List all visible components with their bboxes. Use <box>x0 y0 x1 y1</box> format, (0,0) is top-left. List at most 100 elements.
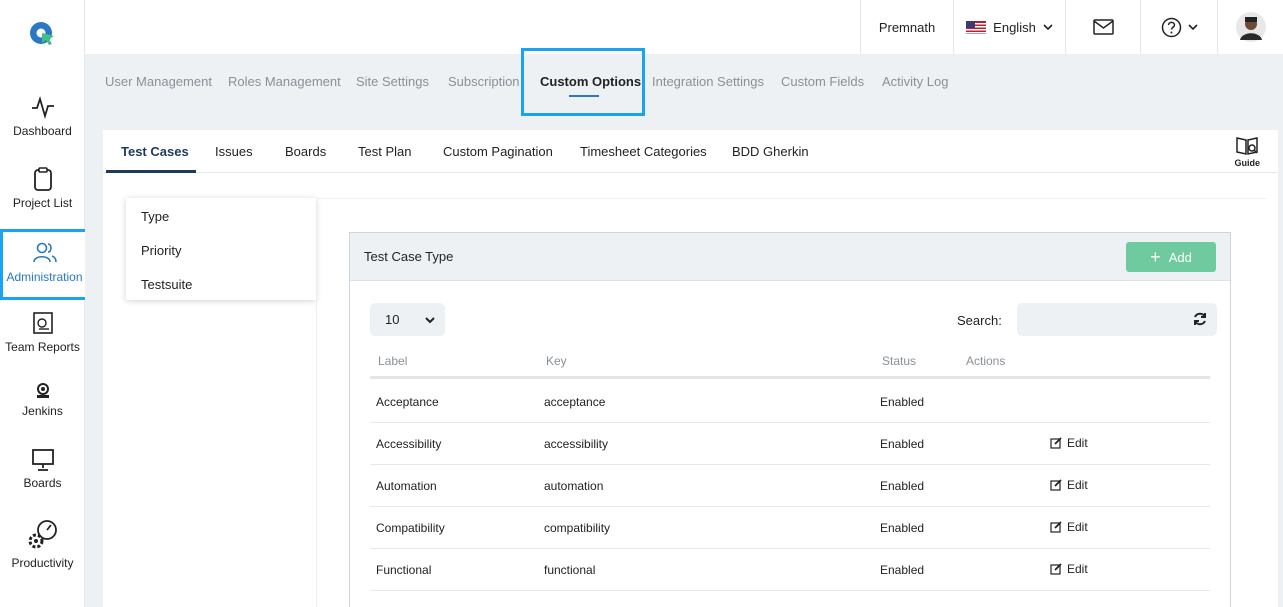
sidebar-item-jenkins[interactable]: Jenkins <box>0 380 85 418</box>
report-icon <box>32 312 53 334</box>
cell-key: automation <box>544 479 604 493</box>
edit-button[interactable]: Edit <box>1050 520 1088 534</box>
option-testsuite[interactable]: Testsuite <box>141 277 192 292</box>
edit-label: Edit <box>1067 436 1088 450</box>
top-bar: Premnath English <box>85 0 1283 54</box>
edit-icon <box>1050 521 1062 533</box>
cell-key: compatibility <box>544 521 611 535</box>
avatar-icon <box>1235 12 1266 42</box>
tab-user-management[interactable]: User Management <box>105 74 212 89</box>
page-size-value: 10 <box>385 312 400 327</box>
add-button[interactable]: + Add <box>1126 242 1216 272</box>
column-header-key[interactable]: Key <box>546 354 567 368</box>
tab-timesheet-categories[interactable]: Timesheet Categories <box>580 144 707 159</box>
sidebar-item-label: Productivity <box>11 556 74 570</box>
admin-tab-bar: User Management Roles Management Site Se… <box>85 48 1283 130</box>
active-tab-underline <box>569 95 599 97</box>
mail-button[interactable] <box>1065 0 1140 54</box>
cell-status: Enabled <box>880 479 925 493</box>
cell-label: Acceptance <box>376 395 439 409</box>
cell-label: Accessibility <box>376 437 442 451</box>
tab-roles-management[interactable]: Roles Management <box>228 74 341 89</box>
cell-key: functional <box>544 563 596 577</box>
tab-activity-log[interactable]: Activity Log <box>882 74 948 89</box>
column-header-status[interactable]: Status <box>882 354 916 368</box>
tab-custom-fields[interactable]: Custom Fields <box>781 74 864 89</box>
edit-label: Edit <box>1067 478 1088 492</box>
cell-label: Compatibility <box>376 521 445 535</box>
table-row: Automation automation Enabled Edit <box>370 465 1210 507</box>
cell-label: Automation <box>376 479 437 493</box>
cell-status: Enabled <box>880 437 925 451</box>
sidebar-item-dashboard[interactable]: Dashboard <box>0 94 85 138</box>
tab-test-plan[interactable]: Test Plan <box>358 144 411 159</box>
sidebar-item-label: Dashboard <box>13 124 72 138</box>
active-sub-tab-underline <box>106 170 196 173</box>
cell-key: acceptance <box>544 395 606 409</box>
mail-icon <box>1092 19 1114 35</box>
sidebar-item-label: Project List <box>12 196 73 210</box>
sidebar-item-boards[interactable]: Boards <box>0 446 85 490</box>
table-row: Compatibility compatibility Enabled Edit <box>370 507 1210 549</box>
app-logo-icon[interactable] <box>28 19 56 47</box>
left-sidebar: Dashboard Project List Administration Te… <box>0 0 89 607</box>
sidebar-item-label: Team Reports <box>5 340 80 354</box>
tab-site-settings[interactable]: Site Settings <box>356 74 429 89</box>
tab-custom-pagination[interactable]: Custom Pagination <box>443 144 553 159</box>
cell-label: Functional <box>376 563 432 577</box>
sidebar-item-team-reports[interactable]: Team Reports <box>0 310 85 354</box>
tab-bdd-gherkin[interactable]: BDD Gherkin <box>732 144 809 159</box>
cell-status: Enabled <box>880 521 925 535</box>
page-size-select[interactable]: 10 <box>370 303 445 336</box>
sidebar-item-project-list[interactable]: Project List <box>0 166 85 210</box>
panel-title: Test Case Type <box>364 249 454 264</box>
user-avatar[interactable] <box>1217 0 1283 54</box>
help-button[interactable] <box>1140 0 1217 54</box>
tab-custom-options[interactable]: Custom Options <box>540 74 641 89</box>
edit-label: Edit <box>1067 520 1088 534</box>
edit-button[interactable]: Edit <box>1050 436 1088 450</box>
book-search-icon <box>1236 137 1258 155</box>
tab-integration-settings[interactable]: Integration Settings <box>652 74 764 89</box>
sub-tab-bar: Test Cases Issues Boards Test Plan Custo… <box>103 130 1278 173</box>
edit-button[interactable]: Edit <box>1050 562 1088 576</box>
tab-issues[interactable]: Issues <box>215 144 253 159</box>
guide-label: Guide <box>1234 158 1260 168</box>
presentation-board-icon <box>31 449 54 471</box>
search-label: Search: <box>957 313 1002 328</box>
search-input[interactable] <box>1017 303 1217 336</box>
jenkins-icon <box>36 383 49 398</box>
header-divider <box>370 376 1210 379</box>
column-header-actions: Actions <box>966 354 1006 368</box>
options-menu: Type Priority Testsuite <box>126 198 316 300</box>
sidebar-item-productivity[interactable]: Productivity <box>0 518 85 570</box>
guide-button[interactable]: Guide <box>1234 136 1260 168</box>
panel-header: Test Case Type + Add <box>350 233 1230 281</box>
option-priority[interactable]: Priority <box>141 243 181 258</box>
tab-boards[interactable]: Boards <box>285 144 326 159</box>
clipboard-icon <box>33 167 52 191</box>
user-name[interactable]: Premnath <box>860 0 953 54</box>
edit-button[interactable]: Edit <box>1050 478 1088 492</box>
cell-key: accessibility <box>544 437 609 451</box>
table-row: Functional functional Enabled Edit <box>370 549 1210 591</box>
edit-label: Edit <box>1067 562 1088 576</box>
cell-status: Enabled <box>880 395 925 409</box>
chevron-down-icon <box>425 316 435 323</box>
sidebar-item-label: Boards <box>23 476 62 490</box>
chevron-down-icon <box>1187 24 1198 31</box>
refresh-icon[interactable] <box>1193 312 1207 326</box>
sidebar-item-label: Jenkins <box>22 404 63 418</box>
table-row: Acceptance acceptance Enabled <box>370 381 1210 423</box>
help-circle-icon <box>1161 17 1181 37</box>
plus-icon: + <box>1150 247 1161 267</box>
tab-test-cases[interactable]: Test Cases <box>121 144 189 159</box>
column-header-label[interactable]: Label <box>378 354 407 368</box>
language-selector[interactable]: English <box>953 0 1065 54</box>
option-type[interactable]: Type <box>141 209 169 224</box>
sidebar-item-administration[interactable]: Administration <box>0 229 89 300</box>
language-label: English <box>993 19 1036 35</box>
tab-subscription[interactable]: Subscription <box>448 74 520 89</box>
users-icon <box>32 242 57 263</box>
activity-icon <box>31 95 54 120</box>
